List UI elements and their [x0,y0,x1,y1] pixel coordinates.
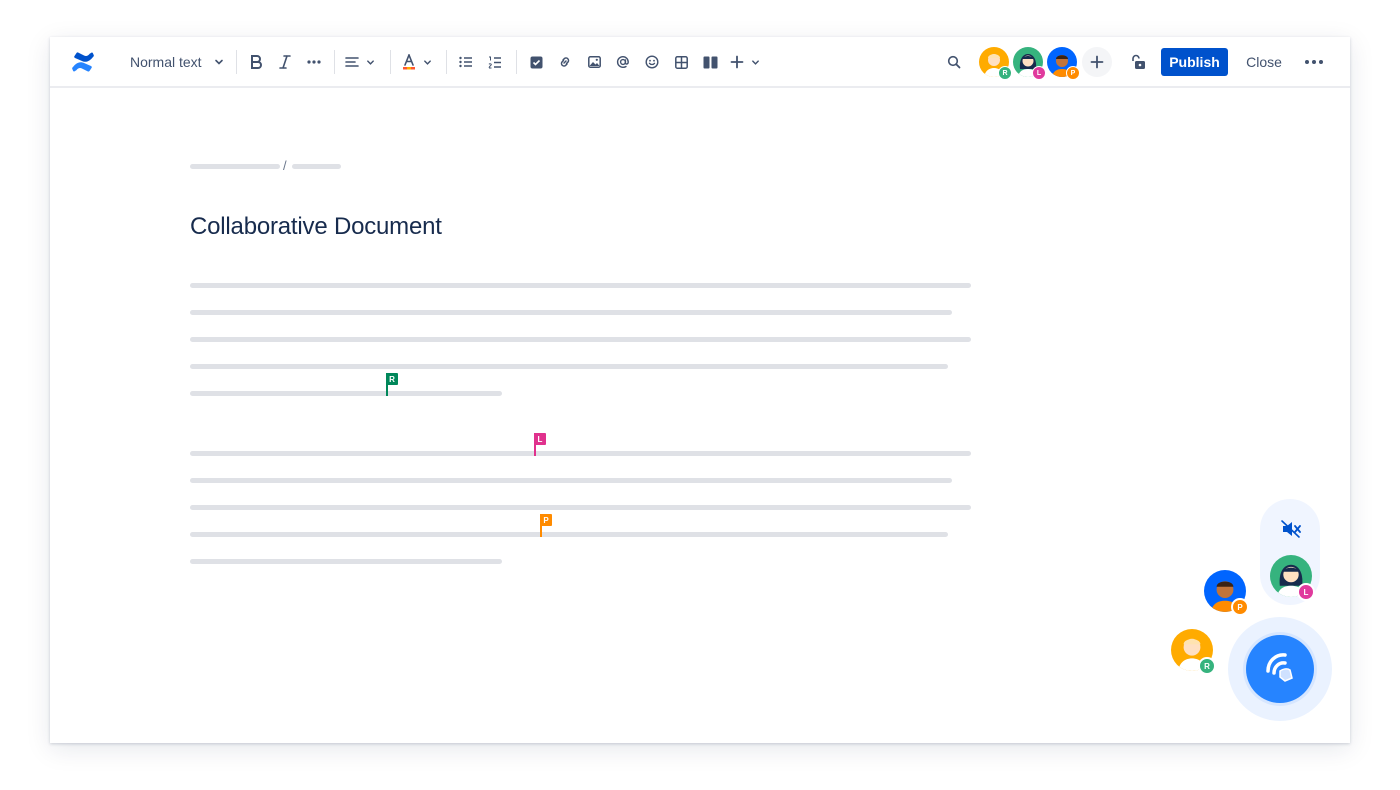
text-line-placeholder [190,478,952,483]
text-line-placeholder [190,337,971,342]
avatar-badge-r: R [998,66,1012,80]
search-icon[interactable] [944,48,964,76]
avatar-badge-l: L [1032,66,1046,80]
avatar-badge-p: P [1066,66,1080,80]
breadcrumb-separator: / [283,158,287,173]
breadcrumb-placeholder[interactable] [292,164,341,169]
text-line-placeholder [190,559,502,564]
huddle-icon [1260,647,1300,692]
bold-icon[interactable] [246,48,266,76]
text-line-placeholder [190,364,948,369]
editor-toolbar: Normal text R L P Publish Close [50,37,1350,88]
text-color-icon[interactable] [402,48,432,76]
avatar[interactable]: L [1013,47,1046,80]
insert-plus-icon[interactable] [730,48,760,76]
text-line-placeholder [190,451,971,456]
text-line-placeholder [190,391,502,396]
toolbar-divider [516,50,517,74]
text-style-label: Normal text [130,54,202,70]
toolbar-divider [334,50,335,74]
toolbar-divider [236,50,237,74]
more-icon[interactable] [1302,48,1326,76]
image-icon[interactable] [584,48,604,76]
italic-icon[interactable] [275,48,295,76]
avatar[interactable]: P [1204,570,1249,616]
cursor-label: P [540,514,552,526]
more-formatting-icon[interactable] [304,48,324,76]
avatar[interactable]: R [979,47,1012,80]
close-button[interactable]: Close [1240,48,1288,76]
text-line-placeholder [190,532,948,537]
text-line-placeholder [190,283,971,288]
action-item-icon[interactable] [526,48,546,76]
huddle-button[interactable] [1246,635,1314,703]
align-icon[interactable] [345,48,375,76]
restrictions-unlock-icon[interactable] [1128,48,1148,76]
huddle-avatar-badge-p: P [1231,598,1249,616]
publish-button[interactable]: Publish [1161,48,1228,76]
bullet-list-icon[interactable] [456,48,476,76]
emoji-icon[interactable] [642,48,662,76]
table-icon[interactable] [671,48,691,76]
layout-icon[interactable] [700,48,720,76]
page-title[interactable]: Collaborative Document [190,213,442,241]
huddle-avatar-badge-l: L [1297,583,1315,601]
text-line-placeholder [190,310,952,315]
numbered-list-icon[interactable] [485,48,505,76]
cursor-label: L [534,433,546,445]
text-style-dropdown[interactable]: Normal text [130,48,224,76]
toolbar-divider [390,50,391,74]
confluence-logo-icon[interactable] [70,48,96,76]
breadcrumb-placeholder[interactable] [190,164,280,169]
avatar[interactable]: L [1270,555,1315,601]
add-collaborator-icon[interactable] [1082,47,1112,77]
mention-icon[interactable] [613,48,633,76]
cursor-label: R [386,373,398,385]
chevron-down-icon [214,57,224,67]
mute-icon[interactable] [1279,517,1303,541]
huddle-avatar-badge-r: R [1198,657,1216,675]
editor-window: Normal text R L P Publish Close / Collab… [50,37,1350,743]
avatar[interactable]: R [1171,629,1216,675]
avatar[interactable]: P [1047,47,1080,80]
toolbar-divider [446,50,447,74]
text-line-placeholder [190,505,971,510]
link-icon[interactable] [555,48,575,76]
